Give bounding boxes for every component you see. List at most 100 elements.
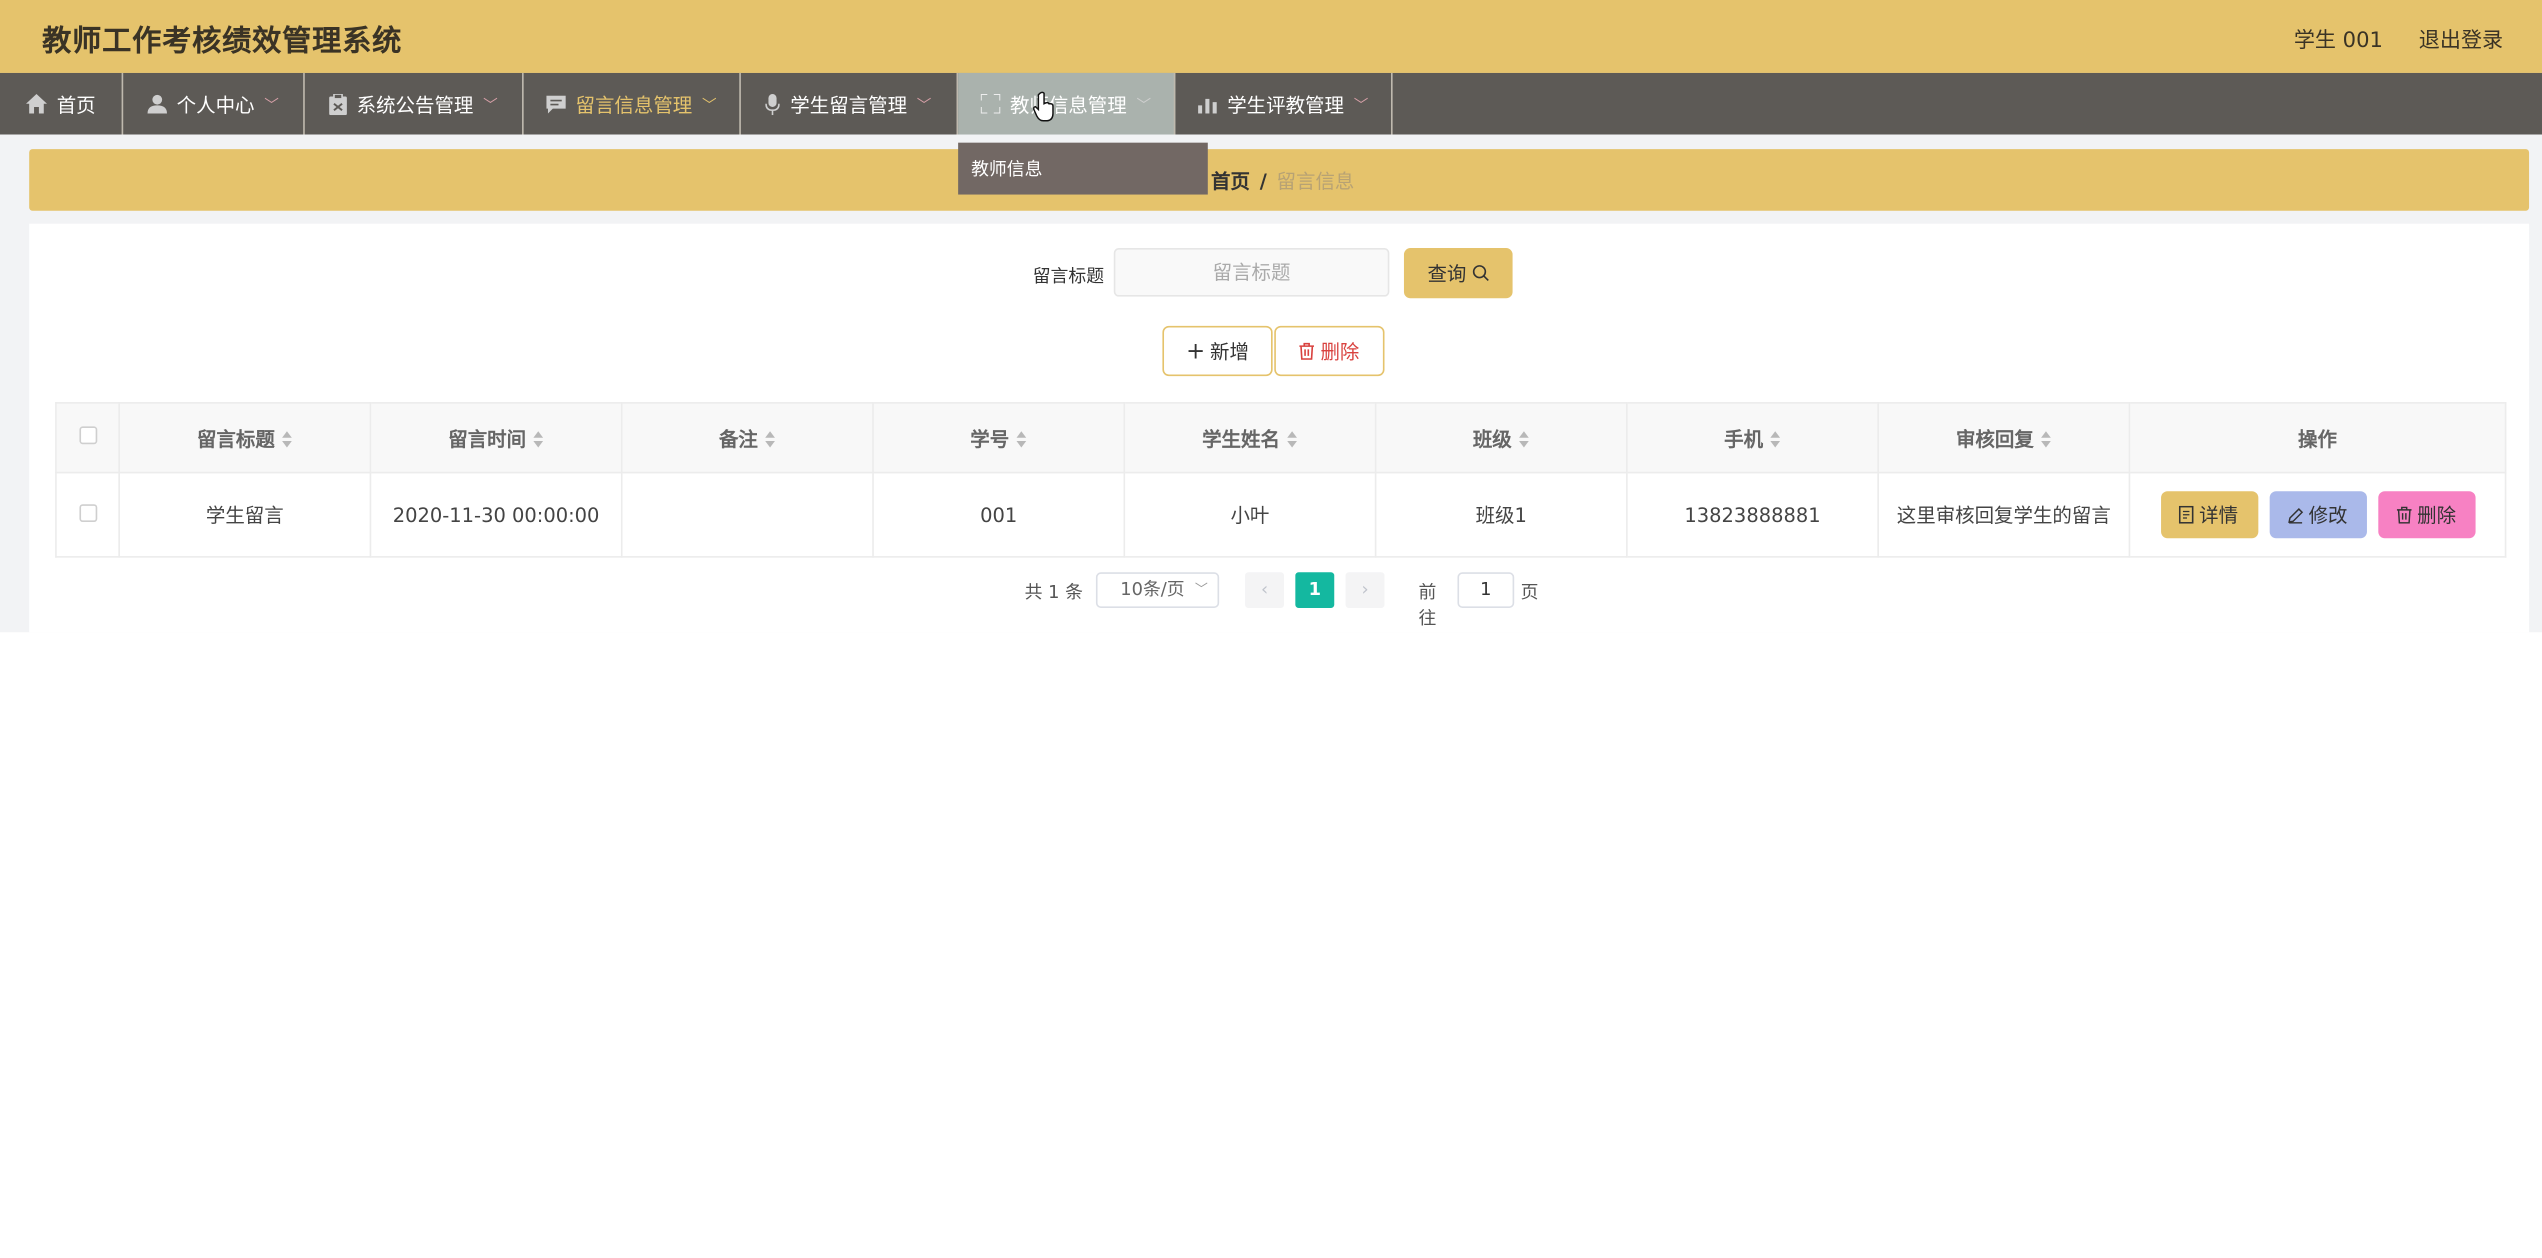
breadcrumb: 首页 / 留言信息 — [1211, 167, 1354, 195]
sort-icon[interactable] — [1518, 431, 1529, 448]
expand-icon — [980, 94, 1001, 114]
row-checkbox[interactable] — [78, 503, 97, 522]
sort-icon[interactable] — [2040, 431, 2051, 448]
nav-item-label: 学生留言管理 — [790, 93, 908, 116]
nav-item-home[interactable]: 首页 — [0, 72, 124, 135]
home-icon — [25, 94, 47, 114]
goto-page-input[interactable]: 1 — [1457, 572, 1515, 608]
chevron-down-icon: ﹀ — [1136, 98, 1152, 115]
microphone-icon — [765, 93, 781, 115]
select-all-cell[interactable] — [55, 402, 120, 474]
row-delete-button[interactable]: 删除 — [2377, 491, 2475, 539]
current-user[interactable]: 学生 001 — [2294, 29, 2383, 53]
search-icon — [1472, 265, 1489, 282]
sort-icon[interactable] — [281, 431, 292, 448]
app-title: 教师工作考核绩效管理系统 — [42, 24, 403, 59]
prev-page-button[interactable]: ‹ — [1245, 572, 1284, 608]
cell-phone: 13823888881 — [1626, 471, 1879, 558]
user-icon — [147, 94, 167, 114]
cell-actions: 详情 修改 删除 — [2128, 471, 2507, 558]
column-header[interactable]: 留言时间 — [369, 402, 623, 474]
goto-label: 前往 — [1418, 582, 1437, 630]
trash-icon — [2396, 506, 2412, 524]
main-nav: 首页 个人中心 ﹀ 系统公告管理 ﹀ 留言信息管理 ﹀ 学生留言管理 ﹀ 教师信… — [0, 72, 2542, 135]
top-header: 教师工作考核绩效管理系统 学生 001 退出登录 — [0, 0, 2542, 73]
column-header[interactable]: 学号 — [872, 402, 1126, 474]
column-header-actions: 操作 — [2128, 402, 2507, 474]
pencil-icon — [2288, 507, 2304, 523]
chevron-right-icon: › — [1361, 578, 1369, 600]
cell-name: 小叶 — [1123, 471, 1377, 558]
chevron-down-icon: ﹀ — [483, 98, 498, 115]
bar-chart-icon — [1198, 98, 1217, 113]
delete-button-label: 删除 — [1320, 340, 1360, 364]
sort-icon[interactable] — [532, 431, 544, 448]
column-header[interactable]: 班级 — [1374, 402, 1628, 474]
column-header[interactable]: 学生姓名 — [1123, 402, 1377, 474]
chevron-left-icon: ‹ — [1260, 578, 1269, 600]
edit-button[interactable]: 修改 — [2268, 491, 2367, 539]
nav-item-label: 首页 — [56, 93, 96, 116]
query-button-label: 查询 — [1427, 262, 1467, 286]
plus-icon: + — [1186, 338, 1206, 364]
sort-icon[interactable] — [764, 431, 775, 448]
page-size-select[interactable]: 10条/页 ﹀ — [1095, 572, 1220, 608]
select-all-checkbox[interactable] — [78, 426, 97, 445]
clipboard-icon — [329, 93, 347, 115]
column-header[interactable]: 审核回复 — [1877, 402, 2131, 474]
sort-icon[interactable] — [1015, 431, 1027, 448]
page-unit-label: 页 — [1520, 582, 1539, 604]
document-icon — [2179, 505, 2195, 524]
row-select-cell[interactable] — [55, 471, 120, 558]
next-page-button[interactable]: › — [1345, 572, 1385, 608]
table-header-row: 留言标题 留言时间 备注 学号 学生姓名 班级 手机 审核回复 操作 — [55, 402, 2507, 474]
breadcrumb-home[interactable]: 首页 — [1211, 170, 1250, 193]
cell-time: 2020-11-30 00:00:00 — [369, 471, 623, 558]
add-button-label: 新增 — [1209, 340, 1249, 364]
nav-item-student-messages[interactable]: 学生留言管理 ﹀ — [741, 72, 959, 135]
logout-link[interactable]: 退出登录 — [2419, 29, 2503, 53]
nav-item-teachers[interactable]: 教师信息管理 ﹀ — [958, 72, 1176, 135]
add-button[interactable]: + 新增 — [1162, 325, 1273, 377]
chevron-down-icon: ﹀ — [1353, 98, 1369, 115]
nav-item-label: 个人中心 — [176, 93, 255, 116]
nav-item-evaluations[interactable]: 学生评教管理 ﹀ — [1175, 72, 1393, 135]
nav-item-announcements[interactable]: 系统公告管理 ﹀ — [305, 72, 524, 135]
column-header[interactable]: 备注 — [620, 402, 874, 474]
nav-dropdown-teacher-info[interactable]: 教师信息 — [958, 142, 1208, 195]
chevron-down-icon: ﹀ — [1194, 582, 1208, 597]
chevron-down-icon: ﹀ — [264, 98, 279, 115]
detail-button[interactable]: 详情 — [2160, 491, 2258, 539]
query-button[interactable]: 查询 — [1403, 248, 1513, 299]
search-label: 留言标题 — [1032, 265, 1105, 287]
user-area: 学生 001 退出登录 — [2265, 23, 2503, 53]
cell-reply: 这里审核回复学生的留言 — [1877, 471, 2131, 558]
nav-item-label: 系统公告管理 — [356, 93, 474, 116]
cell-note — [620, 471, 874, 558]
batch-delete-button[interactable]: 删除 — [1274, 325, 1385, 377]
chat-icon — [546, 94, 566, 113]
sort-icon[interactable] — [1769, 431, 1781, 448]
nav-item-label: 教师信息管理 — [1009, 93, 1127, 116]
cell-student-id: 001 — [872, 471, 1126, 558]
cell-title: 学生留言 — [118, 471, 372, 558]
nav-item-messages[interactable]: 留言信息管理 ﹀ — [524, 72, 741, 135]
trash-icon — [1300, 342, 1315, 360]
column-header[interactable]: 手机 — [1626, 402, 1879, 474]
column-header[interactable]: 留言标题 — [118, 402, 372, 474]
nav-item-label: 留言信息管理 — [575, 93, 693, 116]
breadcrumb-separator: / — [1259, 170, 1267, 193]
nav-item-label: 学生评教管理 — [1227, 93, 1344, 116]
message-table: 留言标题 留言时间 备注 学号 学生姓名 班级 手机 审核回复 操作 学生留言 … — [55, 402, 2507, 558]
pagination-total: 共 1 条 — [1024, 582, 1083, 604]
page-number-current[interactable]: 1 — [1295, 572, 1335, 608]
cell-class: 班级1 — [1374, 471, 1628, 558]
chevron-down-icon: ﹀ — [916, 98, 932, 115]
table-row: 学生留言 2020-11-30 00:00:00 001 小叶 班级1 1382… — [55, 471, 2507, 558]
breadcrumb-current: 留言信息 — [1276, 170, 1355, 193]
sort-icon[interactable] — [1286, 431, 1297, 448]
search-input[interactable]: 留言标题 — [1113, 248, 1390, 297]
nav-item-profile[interactable]: 个人中心 ﹀ — [123, 72, 305, 135]
mouse-pointer-icon — [1032, 91, 1054, 122]
chevron-down-icon: ﹀ — [701, 98, 717, 115]
